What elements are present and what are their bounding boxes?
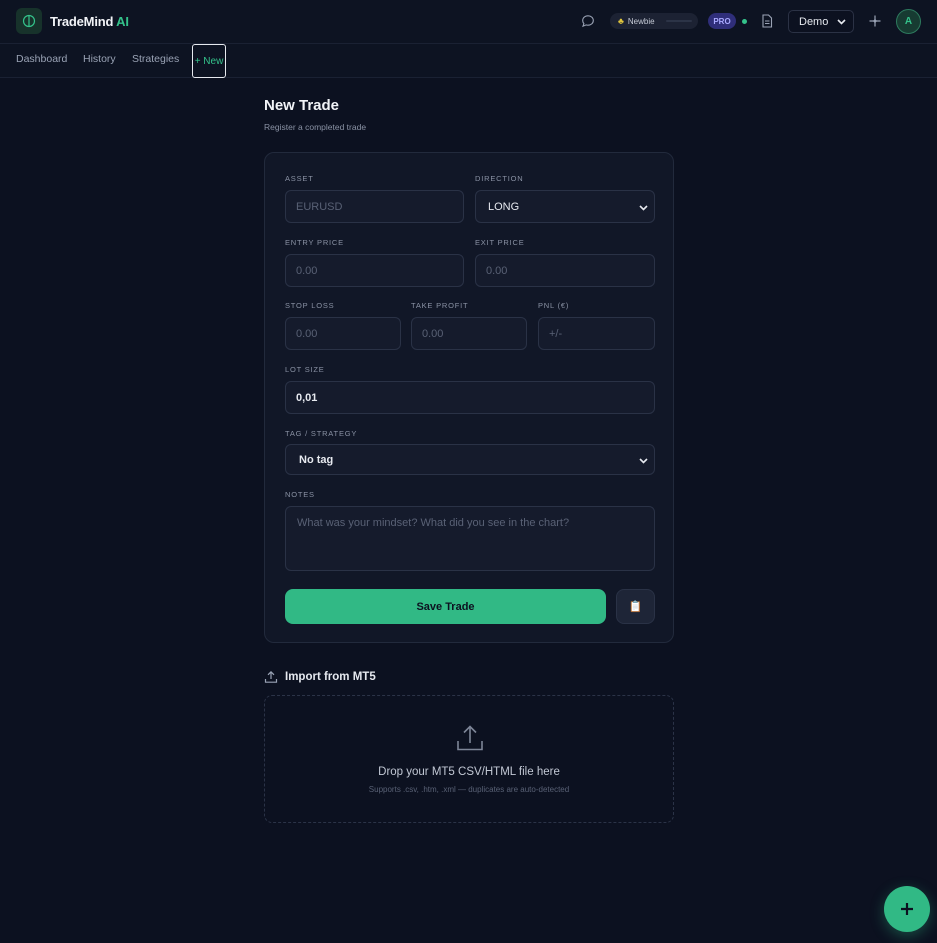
lot-size-input[interactable]: 0,01 — [285, 381, 655, 414]
take-profit-label: TAKE PROFIT — [411, 301, 469, 310]
page-subtitle: Register a completed trade — [264, 122, 367, 132]
level-badge[interactable]: ♣ Newbie — [610, 13, 698, 29]
tag-label: TAG / STRATEGY — [285, 429, 358, 438]
dropzone-title: Drop your MT5 CSV/HTML file here — [378, 766, 560, 778]
brand-name: TradeMind AI — [50, 14, 129, 29]
chevron-down-icon — [837, 19, 846, 25]
save-trade-button[interactable]: Save Trade — [285, 589, 606, 624]
logo[interactable] — [16, 8, 42, 34]
page-title: New Trade — [264, 97, 340, 114]
direction-value: LONG — [488, 200, 520, 213]
exit-price-label: EXIT PRICE — [475, 238, 525, 247]
direction-select[interactable]: LONG — [475, 190, 655, 223]
dropzone-subtitle: Supports .csv, .htm, .xml — duplicates a… — [368, 785, 570, 794]
account-select-value: Demo — [799, 15, 829, 28]
chevron-down-icon — [639, 205, 648, 211]
nav-history[interactable]: History — [83, 53, 116, 65]
document-icon — [762, 14, 773, 28]
nav-bar: Dashboard History Strategies + New — [0, 44, 937, 78]
import-title: Import from MT5 — [285, 671, 376, 683]
clipboard-button[interactable]: 📋 — [616, 589, 655, 624]
exit-price-input[interactable]: 0.00 — [475, 254, 655, 287]
chat-icon — [582, 15, 594, 28]
clipboard-icon: 📋 — [628, 601, 643, 613]
avatar[interactable]: A — [896, 9, 921, 34]
direction-label: DIRECTION — [475, 174, 524, 183]
level-progress-bar — [666, 20, 692, 22]
brand-ai-text: AI — [116, 14, 129, 29]
stop-loss-label: STOP LOSS — [285, 301, 335, 310]
online-status-dot — [742, 19, 747, 24]
account-select[interactable]: Demo — [788, 10, 854, 33]
sprout-icon: ♣ — [618, 16, 624, 26]
pro-badge[interactable]: PRO — [708, 13, 736, 29]
add-trade-fab[interactable] — [884, 886, 930, 932]
entry-price-label: ENTRY PRICE — [285, 238, 344, 247]
tag-select[interactable]: No tag — [285, 444, 655, 475]
tag-value: No tag — [299, 453, 334, 466]
upload-icon — [264, 670, 278, 683]
chat-button[interactable] — [578, 11, 598, 31]
nav-strategies[interactable]: Strategies — [132, 53, 179, 65]
brand-text: TradeMind — [50, 14, 114, 29]
plus-icon — [901, 903, 913, 915]
new-trade-form: ASSET EURUSD DIRECTION LONG ENTRY PRICE … — [264, 152, 674, 643]
level-label: Newbie — [627, 16, 655, 26]
pnl-label: PNL (€) — [538, 301, 570, 310]
sparkle-button[interactable] — [865, 11, 885, 31]
asset-input[interactable]: EURUSD — [285, 190, 464, 223]
asset-label: ASSET — [285, 174, 314, 183]
top-bar: TradeMind AI ♣ Newbie PRO Demo A — [0, 0, 937, 44]
stop-loss-input[interactable]: 0.00 — [285, 317, 401, 350]
brain-logo-icon — [22, 14, 36, 28]
upload-icon — [457, 725, 483, 751]
notes-label: NOTES — [285, 490, 315, 499]
lot-size-label: LOT SIZE — [285, 365, 325, 374]
chevron-down-icon — [639, 458, 648, 464]
nav-new-trade[interactable]: + New — [192, 44, 226, 78]
nav-dashboard[interactable]: Dashboard — [16, 53, 67, 65]
sparkle-icon — [869, 15, 881, 27]
take-profit-input[interactable]: 0.00 — [411, 317, 527, 350]
mt5-dropzone[interactable]: Drop your MT5 CSV/HTML file here Support… — [264, 695, 674, 823]
document-button[interactable] — [757, 11, 777, 31]
pnl-input[interactable]: +/- — [538, 317, 655, 350]
notes-textarea[interactable]: What was your mindset? What did you see … — [285, 506, 655, 571]
entry-price-input[interactable]: 0.00 — [285, 254, 464, 287]
